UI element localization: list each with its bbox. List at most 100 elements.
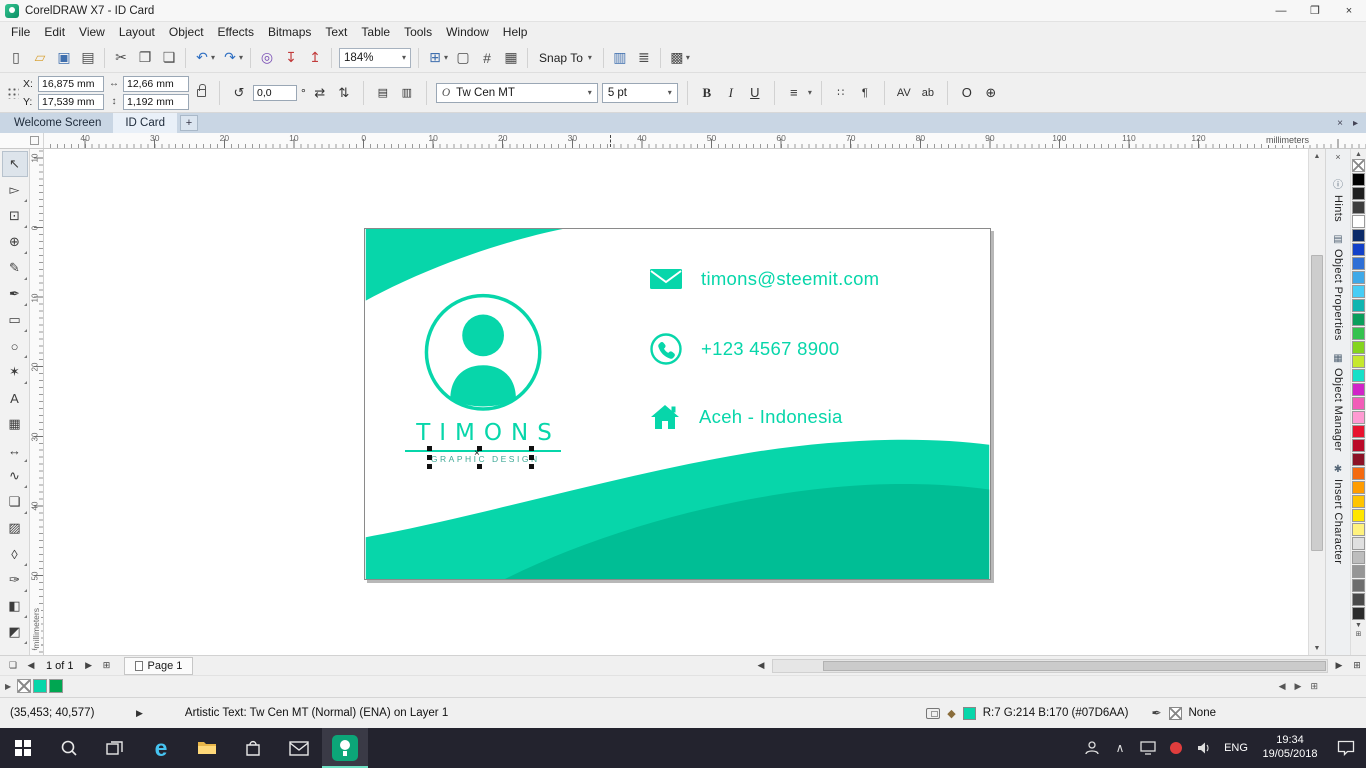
palette-color-swatch-29[interactable] <box>1352 565 1365 578</box>
artistic-media-tool[interactable]: ✒ <box>2 281 28 307</box>
menu-view[interactable]: View <box>72 22 112 43</box>
palette-color-swatch-7[interactable] <box>1352 257 1365 270</box>
bulleted-list-button[interactable]: ∷ <box>831 82 851 104</box>
tab-welcome-screen[interactable]: Welcome Screen <box>2 113 113 133</box>
palette-color-swatch-20[interactable] <box>1352 439 1365 452</box>
selection-handle[interactable] <box>529 455 534 460</box>
palette-color-swatch-1[interactable] <box>1352 173 1365 186</box>
interactive-fill-tool[interactable]: ◩ <box>2 619 28 645</box>
palette-color-swatch-22[interactable] <box>1352 467 1365 480</box>
add-properties-button[interactable]: ⊕ <box>981 82 1001 104</box>
maximize-button[interactable]: ❐ <box>1298 0 1332 21</box>
italic-button[interactable]: I <box>721 82 741 104</box>
menu-tools[interactable]: Tools <box>397 22 439 43</box>
palette-expand-icon[interactable]: ⊞ <box>1356 630 1362 639</box>
text-columns-button[interactable]: ▥ <box>397 82 417 104</box>
taskbar-clock[interactable]: 19:34 19/05/2018 <box>1254 734 1326 762</box>
print-icon[interactable]: ▤ <box>76 46 100 70</box>
edit-list-icon[interactable]: ≣ <box>632 46 656 70</box>
taskbar-coreldraw-button[interactable] <box>322 728 368 768</box>
underline-button[interactable]: U <box>745 82 765 104</box>
notification-app-icon[interactable] <box>1162 742 1190 754</box>
palette-color-swatch-11[interactable] <box>1352 313 1365 326</box>
doc-palette-color-swatch-1[interactable] <box>33 679 47 693</box>
selection-handle[interactable] <box>529 464 534 469</box>
zoom-levels-combo-arrow-icon[interactable]: ▾ <box>402 53 406 62</box>
brand-subtitle[interactable]: GRAPHIC DESIGN <box>365 454 603 464</box>
paste-icon[interactable]: ❏ <box>157 46 181 70</box>
taskbar-mail-button[interactable] <box>276 728 322 768</box>
taskbar-search-button[interactable] <box>46 728 92 768</box>
drop-cap-button[interactable]: ¶ <box>855 82 875 104</box>
snap-to-combo[interactable]: Snap To▾ <box>532 51 599 65</box>
selection-handle[interactable] <box>529 446 534 451</box>
palette-color-swatch-32[interactable] <box>1352 607 1365 620</box>
add-page-button[interactable]: ⊞ <box>98 660 116 671</box>
docker-object-manager[interactable]: ▦Object Manager <box>1332 353 1344 452</box>
docker-insert-character[interactable]: ✱Insert Character <box>1332 464 1344 564</box>
palette-color-swatch-23[interactable] <box>1352 481 1365 494</box>
text-on-path-button[interactable]: O <box>957 82 977 104</box>
ruler-origin-corner[interactable] <box>0 133 44 148</box>
drop-shadow-tool[interactable]: ❏ <box>2 489 28 515</box>
palette-color-swatch-30[interactable] <box>1352 579 1365 592</box>
taskbar-edge-button[interactable]: e <box>138 728 184 768</box>
fill-color-swatch[interactable] <box>963 707 976 720</box>
color-eyedropper-tool[interactable]: ◊ <box>2 541 28 567</box>
new-document-icon[interactable]: ▯ <box>4 46 28 70</box>
object-width-input[interactable] <box>123 76 189 92</box>
menu-object[interactable]: Object <box>162 22 211 43</box>
zoom-levels-combo[interactable]: 184%▾ <box>339 48 411 68</box>
hscroll-left-icon[interactable]: ◀ <box>752 660 770 671</box>
docker-hints[interactable]: ⓘHints <box>1332 176 1344 222</box>
doc-palette-right-icon[interactable]: ▶ <box>1295 681 1302 692</box>
business-card-page[interactable]: TIMONS GRAPHIC DESIGN × timons@ste <box>364 228 991 580</box>
vertical-scrollbar-thumb[interactable] <box>1311 255 1323 551</box>
x-position-input[interactable] <box>38 76 104 92</box>
docker-object-properties[interactable]: ▤Object Properties <box>1332 234 1344 341</box>
fill-tool[interactable]: ◧ <box>2 593 28 619</box>
cut-icon[interactable]: ✂ <box>109 46 133 70</box>
hidden-icons-chevron-icon[interactable]: ∧ <box>1106 741 1134 755</box>
font-list-arrow-icon[interactable]: ▾ <box>588 88 592 97</box>
vertical-scrollbar[interactable]: ▲ ▼ <box>1308 149 1325 655</box>
page-tab[interactable]: Page 1 <box>124 657 194 675</box>
crop-tool[interactable]: ⊡ <box>2 203 28 229</box>
task-view-button[interactable] <box>92 728 138 768</box>
show-rulers-icon[interactable]: # <box>475 46 499 70</box>
options-icon-dropdown-icon[interactable]: ▾ <box>686 53 690 62</box>
font-list-combo[interactable]: O Tw Cen MT ▾ <box>436 83 598 103</box>
palette-color-swatch-18[interactable] <box>1352 411 1365 424</box>
export-icon[interactable]: ↥ <box>303 46 327 70</box>
palette-color-swatch-14[interactable] <box>1352 355 1365 368</box>
lock-ratio-icon[interactable] <box>197 89 206 97</box>
text-tool[interactable]: A <box>2 385 28 411</box>
close-button[interactable]: × <box>1332 0 1366 21</box>
menu-window[interactable]: Window <box>439 22 496 43</box>
coordinates-flyout-icon[interactable]: ▶ <box>136 708 143 719</box>
menu-effects[interactable]: Effects <box>211 22 261 43</box>
freehand-tool[interactable]: ✎ <box>2 255 28 281</box>
object-height-input[interactable] <box>123 94 189 110</box>
drawing-canvas[interactable]: TIMONS GRAPHIC DESIGN × timons@ste <box>44 149 1308 655</box>
palette-color-swatch-17[interactable] <box>1352 397 1365 410</box>
docker-close-icon[interactable]: × <box>1335 152 1340 164</box>
open-document-icon[interactable]: ▱ <box>28 46 52 70</box>
mirror-vertical-button[interactable]: ⇅ <box>334 82 354 104</box>
brand-name[interactable]: TIMONS <box>365 420 603 446</box>
palette-color-swatch-25[interactable] <box>1352 509 1365 522</box>
save-icon[interactable]: ▣ <box>52 46 76 70</box>
palette-color-swatch-16[interactable] <box>1352 383 1365 396</box>
document-navigator-button[interactable]: ⊞ <box>1348 660 1366 671</box>
polygon-tool[interactable]: ✶ <box>2 359 28 385</box>
user-account-icon[interactable] <box>1078 740 1106 756</box>
y-position-input[interactable] <box>38 94 104 110</box>
contact-row-location[interactable]: Aceh - Indonesia <box>649 397 843 437</box>
doc-palette-left-icon[interactable]: ◀ <box>1279 681 1286 692</box>
text-frame-button[interactable]: ▤ <box>373 82 393 104</box>
scroll-up-icon[interactable]: ▲ <box>1309 149 1325 163</box>
palette-scroll-up-icon[interactable]: ▲ <box>1355 150 1362 159</box>
palette-color-swatch-15[interactable] <box>1352 369 1365 382</box>
last-page-button[interactable]: ▶ <box>80 660 98 671</box>
show-grid-icon[interactable]: ▦ <box>499 46 523 70</box>
